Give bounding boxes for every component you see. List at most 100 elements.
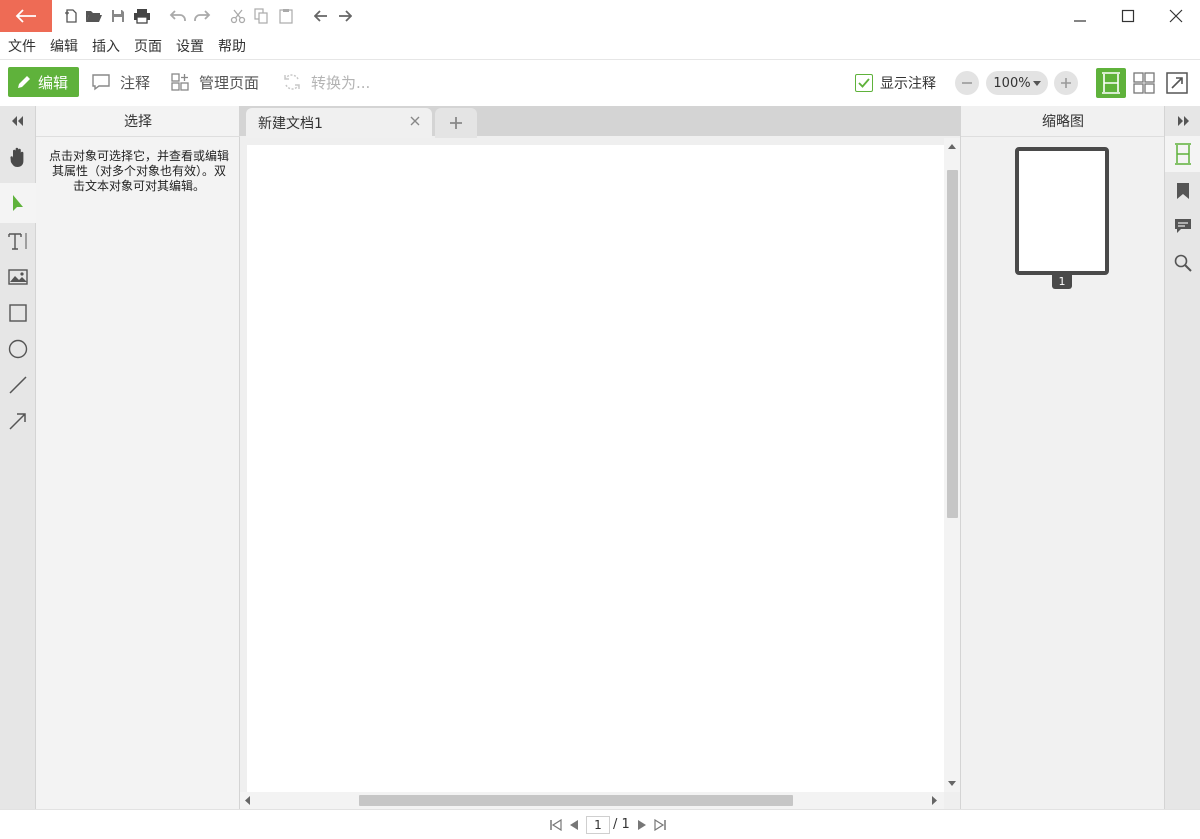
image-tool-button[interactable] — [0, 259, 36, 295]
arrow-tool-button[interactable] — [0, 403, 36, 439]
right-rail — [1164, 106, 1200, 809]
double-chevron-right-icon — [1178, 116, 1189, 126]
total-pages: / 1 — [613, 817, 630, 832]
annotate-button[interactable]: 注释 — [91, 68, 150, 96]
close-icon — [410, 116, 420, 126]
menu-help[interactable]: 帮助 — [218, 36, 246, 56]
copy-button[interactable] — [251, 6, 271, 26]
line-icon — [9, 376, 27, 394]
menu-page[interactable]: 页面 — [134, 36, 162, 56]
menu-insert[interactable]: 插入 — [92, 36, 120, 56]
previous-page-icon — [570, 820, 578, 830]
undo-button[interactable] — [168, 6, 188, 26]
comments-tab-button[interactable] — [1165, 208, 1200, 244]
edit-mode-label: 编辑 — [38, 73, 69, 92]
minimize-button[interactable] — [1056, 0, 1104, 32]
zoom-level-value: 100% — [993, 75, 1031, 91]
bookmarks-tab-button[interactable] — [1165, 173, 1200, 209]
menu-edit[interactable]: 编辑 — [50, 36, 78, 56]
image-icon — [8, 269, 28, 285]
manage-pages-label: 管理页面 — [199, 73, 260, 92]
document-page[interactable] — [247, 145, 944, 793]
scroll-down-icon — [948, 781, 956, 786]
close-window-button[interactable] — [1152, 0, 1200, 32]
horizontal-scrollbar[interactable] — [240, 792, 944, 809]
multi-page-view-button[interactable] — [1129, 68, 1159, 98]
save-button[interactable] — [108, 6, 128, 26]
thumbnail-panel: 缩略图 1 — [960, 106, 1165, 809]
horizontal-scroll-thumb[interactable] — [359, 795, 793, 806]
search-icon — [1174, 254, 1192, 272]
plus-icon — [450, 117, 462, 129]
menu-settings[interactable]: 设置 — [176, 36, 204, 56]
tab-title: 新建文档1 — [258, 116, 323, 132]
copy-icon — [254, 8, 268, 24]
next-page-button[interactable] — [635, 817, 649, 833]
menu-file[interactable]: 文件 — [8, 36, 36, 56]
double-chevron-left-icon — [12, 116, 23, 126]
page-thumbnail[interactable] — [1015, 147, 1109, 275]
fullscreen-button[interactable] — [1162, 68, 1192, 98]
zoom-out-button[interactable] — [955, 71, 979, 95]
redo-icon — [194, 10, 211, 21]
paste-button[interactable] — [276, 6, 296, 26]
convert-icon — [284, 74, 300, 90]
new-tab-button[interactable] — [435, 108, 477, 138]
line-tool-button[interactable] — [0, 367, 36, 403]
zoom-level-select[interactable]: 100% — [986, 71, 1048, 95]
single-page-view-button[interactable] — [1096, 68, 1126, 98]
last-page-button[interactable] — [653, 817, 667, 833]
last-page-icon — [654, 819, 666, 831]
close-tab-button[interactable] — [408, 114, 422, 128]
zoom-in-button[interactable] — [1054, 71, 1078, 95]
current-page-input[interactable] — [586, 816, 610, 834]
back-arrow-icon — [15, 9, 36, 23]
previous-view-button[interactable] — [311, 6, 331, 26]
annotate-label: 注释 — [120, 73, 151, 92]
print-button[interactable] — [132, 6, 152, 26]
fullscreen-icon — [1166, 72, 1188, 94]
select-tool-button[interactable] — [0, 183, 36, 223]
open-button[interactable] — [84, 6, 104, 26]
save-icon — [112, 10, 124, 22]
tab-document-1[interactable]: 新建文档1 — [246, 108, 432, 138]
show-annotations-checkbox[interactable]: 显示注释 — [855, 72, 936, 94]
convert-label: 转换为... — [311, 73, 371, 92]
redo-button[interactable] — [192, 6, 212, 26]
maximize-icon — [1121, 9, 1135, 23]
back-button[interactable] — [0, 0, 52, 32]
caret-down-icon — [1032, 80, 1041, 86]
scroll-left-icon — [245, 796, 250, 805]
hand-tool-button[interactable] — [0, 139, 36, 175]
previous-page-button[interactable] — [567, 817, 581, 833]
search-tab-button[interactable] — [1165, 245, 1200, 281]
thumbnails-tab-button[interactable] — [1165, 136, 1200, 172]
new-document-button[interactable] — [61, 6, 81, 26]
text-tool-button[interactable] — [0, 223, 36, 259]
rectangle-tool-button[interactable] — [0, 295, 36, 331]
thumbnail-panel-title: 缩略图 — [961, 106, 1165, 137]
checkbox-box[interactable] — [855, 74, 873, 92]
collapse-right-panel-button[interactable] — [1165, 106, 1200, 136]
edit-mode-button[interactable]: 编辑 — [8, 67, 79, 97]
arrow-diagonal-icon — [9, 413, 26, 430]
convert-button[interactable]: 转换为... — [282, 68, 370, 96]
scissors-icon — [230, 9, 246, 24]
rectangle-icon — [9, 304, 27, 322]
single-page-view-icon — [1102, 72, 1120, 94]
collapse-left-panel-button[interactable] — [0, 106, 36, 136]
next-view-button[interactable] — [335, 6, 355, 26]
cut-button[interactable] — [228, 6, 248, 26]
vertical-scrollbar[interactable] — [944, 138, 960, 792]
minus-icon — [962, 82, 972, 84]
menu-bar: 文件 编辑 插入 页面 设置 帮助 — [0, 32, 1200, 60]
ellipse-tool-button[interactable] — [0, 331, 36, 367]
checkmark-icon — [858, 78, 870, 88]
first-page-button[interactable] — [549, 817, 563, 833]
cursor-arrow-icon — [13, 195, 23, 211]
manage-pages-button[interactable]: 管理页面 — [170, 68, 259, 96]
vertical-scroll-thumb[interactable] — [947, 170, 958, 518]
tool-rail — [0, 106, 36, 809]
status-bar: / 1 — [0, 809, 1200, 839]
maximize-button[interactable] — [1104, 0, 1152, 32]
